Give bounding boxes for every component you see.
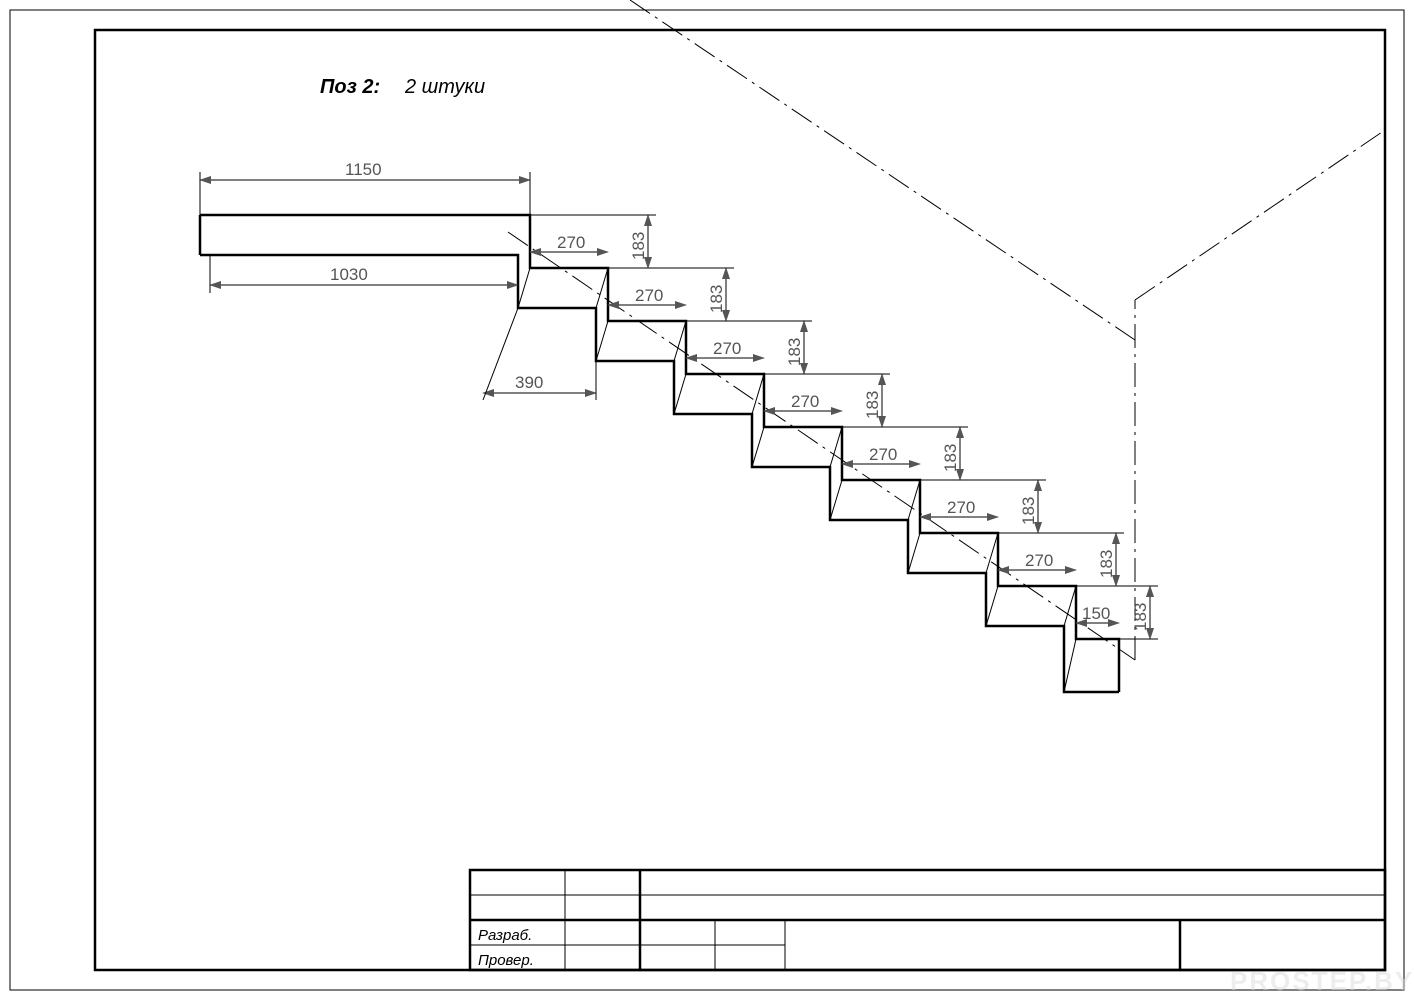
svg-text:183: 183 (629, 232, 648, 260)
position-qty: 2 штуки (404, 76, 485, 98)
svg-text:183: 183 (707, 285, 726, 313)
title-block: Разраб. Провер. (470, 870, 1385, 970)
dim-390: 390 (483, 308, 596, 400)
outer-frame (10, 10, 1404, 990)
svg-text:270: 270 (869, 445, 897, 464)
svg-text:183: 183 (1019, 497, 1038, 525)
dim-1150: 1150 (200, 160, 530, 215)
svg-text:183: 183 (1131, 603, 1150, 631)
svg-text:183: 183 (1097, 550, 1116, 578)
svg-text:270: 270 (947, 498, 975, 517)
pitch-line (508, 232, 1135, 660)
upper-diagonal (630, 0, 1135, 340)
roof-line-1 (1135, 130, 1385, 300)
svg-text:183: 183 (785, 338, 804, 366)
titleblock-row2: Провер. (478, 952, 534, 969)
svg-text:270: 270 (635, 286, 663, 305)
dim-1030: 1030 (210, 255, 518, 293)
svg-text:270: 270 (791, 392, 819, 411)
inner-frame (95, 30, 1385, 970)
svg-text:150: 150 (1082, 604, 1110, 623)
step-dims: 270 183 270 183 270 183 270 183 270 183 … (530, 215, 1158, 639)
watermark: PROSTEP.BY (1230, 966, 1414, 996)
svg-text:183: 183 (863, 391, 882, 419)
svg-text:390: 390 (515, 373, 543, 392)
svg-text:270: 270 (713, 339, 741, 358)
position-label: Поз 2: (320, 76, 380, 98)
svg-text:1150: 1150 (345, 160, 382, 179)
svg-text:183: 183 (941, 444, 960, 472)
svg-text:270: 270 (1025, 551, 1053, 570)
svg-text:1030: 1030 (330, 265, 368, 284)
svg-text:270: 270 (557, 233, 585, 252)
titleblock-row1: Разраб. (478, 927, 532, 944)
